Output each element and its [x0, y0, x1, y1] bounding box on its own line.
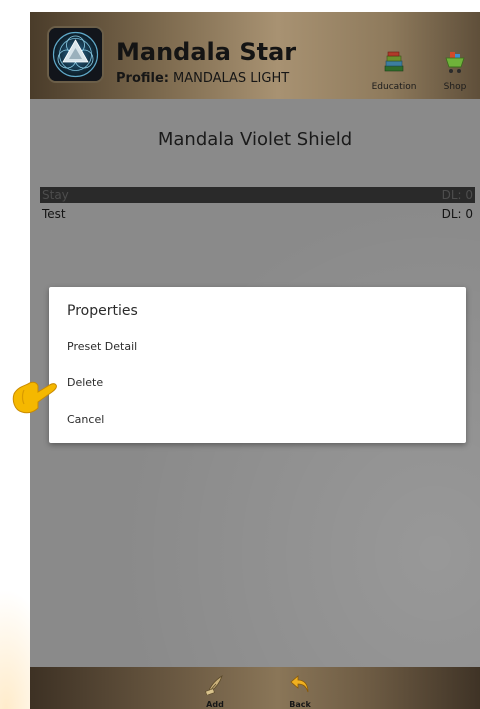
- delete-option[interactable]: Delete: [67, 376, 103, 389]
- education-label: Education: [371, 82, 417, 92]
- preset-row[interactable]: Test DL: 0: [40, 206, 475, 222]
- properties-dialog: Properties Preset Detail Delete Cancel: [49, 287, 466, 443]
- app-header: Mandala Star Profile: MANDALAS LIGHT Educ…: [30, 12, 480, 99]
- quill-pen-icon: [204, 675, 226, 699]
- preset-name: Test: [42, 207, 66, 221]
- bottom-toolbar: Add Back: [30, 667, 480, 709]
- page: Mandala Star Profile: MANDALAS LIGHT Educ…: [0, 0, 480, 709]
- back-button[interactable]: Back: [283, 673, 317, 709]
- shop-label: Shop: [443, 82, 467, 92]
- shop-button[interactable]: Shop: [438, 50, 472, 92]
- preset-dl: DL: 0: [441, 207, 473, 221]
- back-label: Back: [289, 700, 311, 709]
- education-button[interactable]: Education: [366, 50, 422, 92]
- cancel-option[interactable]: Cancel: [67, 413, 104, 426]
- preset-detail-option[interactable]: Preset Detail: [67, 340, 137, 353]
- app-title: Mandala Star: [116, 38, 297, 66]
- screen-title: Mandala Violet Shield: [157, 129, 353, 150]
- preset-row[interactable]: Stay DL: 0: [40, 187, 475, 203]
- profile-label: Profile:: [116, 71, 169, 86]
- add-label: Add: [206, 700, 224, 709]
- dialog-title: Properties: [67, 303, 138, 319]
- add-button[interactable]: Add: [198, 673, 232, 709]
- preset-dl: DL: 0: [441, 188, 473, 202]
- books-icon: [381, 51, 407, 80]
- profile-value: MANDALAS LIGHT: [172, 71, 290, 86]
- pointing-hand-icon: [8, 372, 62, 416]
- shopping-cart-icon: [443, 52, 467, 80]
- preset-name: Stay: [42, 188, 69, 202]
- profile-line: Profile: MANDALAS LIGHT: [116, 71, 289, 86]
- mandala-logo-icon[interactable]: [47, 26, 104, 83]
- back-arrow-icon: [289, 675, 311, 699]
